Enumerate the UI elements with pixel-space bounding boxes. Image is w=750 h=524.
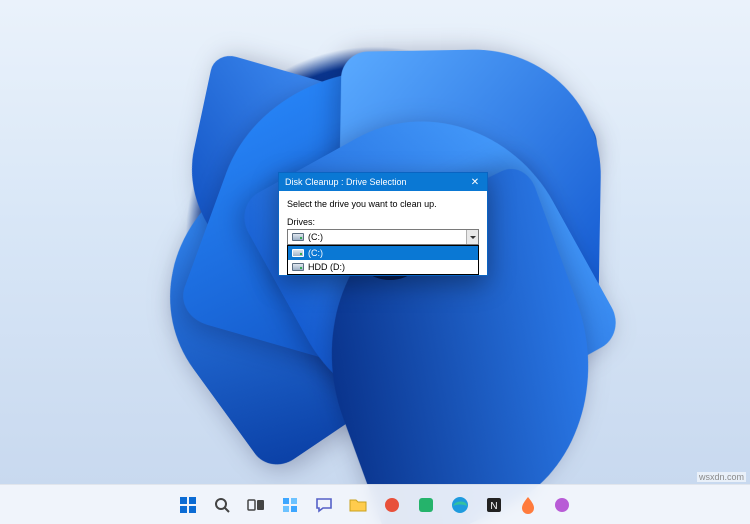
drives-combobox-field[interactable]: (C:) [287, 229, 479, 245]
app-icon: N [484, 495, 504, 515]
taskbar-app-button[interactable] [378, 491, 406, 519]
drive-icon [292, 249, 304, 257]
file-explorer-button[interactable] [344, 491, 372, 519]
search-button[interactable] [208, 491, 236, 519]
drive-option-label: (C:) [308, 248, 323, 258]
widgets-button[interactable] [276, 491, 304, 519]
app-icon [552, 495, 572, 515]
folder-icon [348, 495, 368, 515]
close-icon: ✕ [471, 177, 479, 188]
taskbar-app-button[interactable] [548, 491, 576, 519]
taskbar-app-button[interactable] [412, 491, 440, 519]
task-view-button[interactable] [242, 491, 270, 519]
drive-option[interactable]: (C:) [288, 246, 478, 260]
start-button[interactable] [174, 491, 202, 519]
desktop: Disk Cleanup : Drive Selection ✕ Select … [0, 0, 750, 524]
droplet-icon [518, 495, 538, 515]
edge-button[interactable] [446, 491, 474, 519]
app-icon [416, 495, 436, 515]
taskbar: N [0, 484, 750, 524]
drive-icon [292, 233, 304, 241]
windows-logo-icon [178, 495, 198, 515]
drives-combobox[interactable]: (C:) (C:) HDD (D:) [287, 229, 479, 245]
drive-option[interactable]: HDD (D:) [288, 260, 478, 274]
chat-icon [314, 495, 334, 515]
drives-label: Drives: [287, 217, 479, 227]
dialog-body: Select the drive you want to clean up. D… [279, 191, 487, 275]
edge-icon [450, 495, 470, 515]
drive-option-label: HDD (D:) [308, 262, 345, 272]
drive-icon [292, 263, 304, 271]
chat-button[interactable] [310, 491, 338, 519]
chevron-down-icon[interactable] [466, 230, 478, 244]
dialog-instruction: Select the drive you want to clean up. [287, 199, 479, 209]
app-icon [382, 495, 402, 515]
drives-dropdown-list: (C:) HDD (D:) [287, 245, 479, 275]
dialog-titlebar[interactable]: Disk Cleanup : Drive Selection ✕ [279, 173, 487, 191]
disk-cleanup-drive-selection-dialog: Disk Cleanup : Drive Selection ✕ Select … [278, 172, 488, 276]
widgets-icon [280, 495, 300, 515]
close-button[interactable]: ✕ [463, 173, 487, 191]
taskbar-app-button[interactable]: N [480, 491, 508, 519]
search-icon [212, 495, 232, 515]
svg-text:N: N [490, 501, 497, 512]
taskbar-app-button[interactable] [514, 491, 542, 519]
dialog-title: Disk Cleanup : Drive Selection [285, 177, 407, 187]
task-view-icon [246, 495, 266, 515]
watermark: wsxdn.com [697, 472, 746, 482]
drives-selected-value: (C:) [308, 232, 323, 242]
